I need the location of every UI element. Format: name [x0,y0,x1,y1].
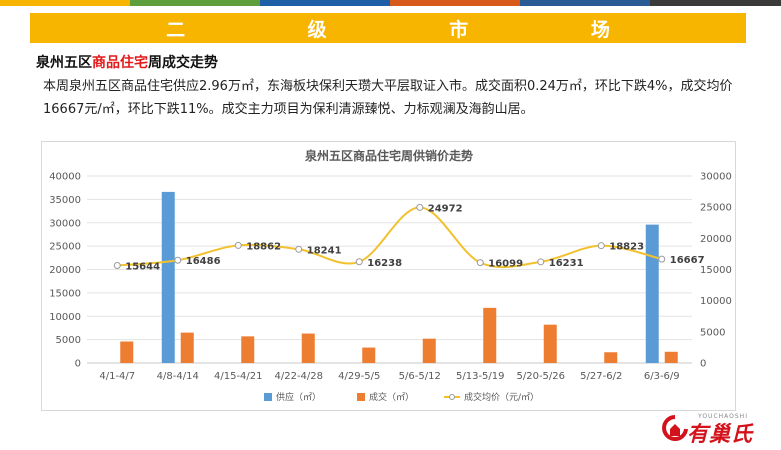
sales-bar [241,336,255,363]
sales-bar [301,333,315,363]
y2-tick-label: 10000 [700,296,732,307]
stripe-segment [0,0,130,6]
sales-bar [180,332,194,363]
sales-bar [483,307,497,363]
avg-price-data-label: 24972 [428,203,463,214]
y-tick-label: 0 [75,359,81,370]
legend-sales-swatch [357,393,365,401]
y-tick-label: 5000 [56,335,81,346]
section-banner: 二 级 市 场 [30,13,746,43]
y2-tick-label: 15000 [700,265,732,276]
avg-price-point [234,241,242,249]
x-tick-label: 4/29-5/5 [338,371,380,382]
avg-price-data-label: 18862 [246,241,281,252]
legend-avg-price-marker [449,394,455,400]
stripe-segment [650,0,781,6]
logo-text: 有巢氏 [687,422,753,446]
section-title-prefix: 泉州五区 [36,55,92,71]
x-tick-label: 4/15-4/21 [214,371,263,382]
y2-tick-label: 0 [700,359,706,370]
avg-price-point [295,245,303,253]
sales-bar [664,351,678,363]
top-color-stripe [0,0,781,6]
chart-container: 泉州五区商品住宅周供销价走势 0 5000 10000 15000 20000 25000… [41,141,736,411]
x-tick-label: 4/22-4/28 [274,371,323,382]
logo-mark-icon [662,415,688,441]
y-tick-label: 25000 [49,242,81,253]
avg-price-point [537,258,545,266]
avg-price-data-label: 15644 [125,261,160,272]
x-tick-label: 5/13-5/19 [456,371,505,382]
x-tick-label: 5/6-5/12 [399,371,441,382]
avg-price-data-label: 18241 [307,245,342,256]
x-tick-label: 5/20-5/26 [516,371,565,382]
stripe-segment [390,0,520,6]
legend-supply-label: 供应（㎡） [276,391,321,403]
avg-price-data-label: 18823 [609,242,644,253]
avg-price-data-label: 16486 [186,256,221,267]
avg-price-data-label: 16099 [488,259,523,270]
market-description: 本周泉州五区商品住宅供应2.96万㎡，东海板块保利天瓒大平层取证入市。成交面积0… [43,79,733,117]
x-tick-label: 4/1-4/7 [99,371,135,382]
brand-logo: YOUCHAOSHI 有巢氏 [662,413,777,447]
avg-price-data-label: 16667 [670,255,705,266]
x-tick-label: 4/8-4/14 [157,371,199,382]
y-tick-label: 10000 [49,312,81,323]
section-title: 泉州五区商品住宅周成交走势 [36,52,218,72]
avg-price-data-label: 16231 [549,258,584,269]
sales-bar [120,341,134,363]
banner-title: 二 级 市 场 [166,18,668,41]
section-title-highlight: 商品住宅 [92,55,148,71]
avg-price-point [597,242,605,250]
stripe-segment [260,0,390,6]
legend-sales-label: 成交（㎡） [369,391,414,403]
y-tick-label: 35000 [49,195,81,206]
sales-bar [362,347,376,363]
x-tick-label: 5/27-6/2 [580,371,622,382]
y-tick-label: 20000 [49,265,81,276]
avg-price-point [476,259,484,267]
sales-bar [604,352,618,363]
y2-tick-label: 20000 [700,234,732,245]
avg-price-data-label: 16238 [367,258,402,269]
stripe-segment [130,0,260,6]
y-tick-label: 30000 [49,218,81,229]
supply-bar [161,191,175,363]
supply-bar [645,224,659,363]
legend-supply-swatch [264,393,272,401]
sales-bar [543,324,557,363]
x-tick-label: 6/3-6/9 [644,371,680,382]
avg-price-point [658,255,666,263]
y-tick-label: 40000 [49,172,81,183]
legend-avg-price-label: 成交均价（元/㎡） [464,391,539,403]
avg-price-point [355,258,363,266]
avg-price-point [113,261,121,269]
chart-title: 泉州五区商品住宅周供销价走势 [305,148,473,163]
y-tick-label: 15000 [49,288,81,299]
y2-tick-label: 30000 [700,172,732,183]
weekly-supply-sales-price-chart: 泉州五区商品住宅周供销价走势 0 5000 10000 15000 20000 25000… [49,148,732,403]
y2-tick-label: 5000 [700,327,725,338]
y2-tick-label: 25000 [700,203,732,214]
sales-bar [422,338,436,363]
stripe-segment [520,0,650,6]
avg-price-point [416,203,424,211]
section-title-suffix: 周成交走势 [148,55,218,71]
avg-price-point [174,256,182,264]
